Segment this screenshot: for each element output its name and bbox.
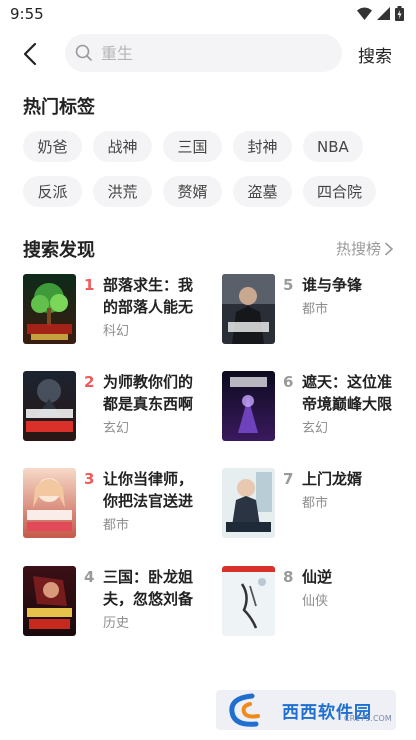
search-header: 搜索 [0, 34, 416, 74]
book-genre: 都市 [302, 302, 329, 317]
book-item[interactable]: 8 仙逆 仙侠 [222, 566, 397, 640]
rank-number: 5 [283, 276, 294, 294]
chevron-right-icon [385, 242, 394, 255]
tag-item[interactable]: 奶爸 [23, 131, 82, 162]
tag-item[interactable]: 洪荒 [93, 176, 152, 207]
book-cover [222, 566, 275, 636]
rank-number: 4 [84, 568, 95, 586]
book-title: 三国：卧龙姐夫，忽悠刘备 [103, 568, 194, 608]
book-cover [23, 566, 76, 636]
tag-item[interactable]: 赘婿 [163, 176, 222, 207]
tag-item[interactable]: 四合院 [303, 176, 377, 207]
status-bar: 9:55 [0, 0, 416, 30]
book-title: 仙逆 [302, 568, 333, 586]
rank-number: 3 [84, 470, 95, 488]
book-title: 为师教你们的都是真东西啊 [103, 373, 194, 413]
watermark-mark-icon [229, 693, 260, 727]
rank-number: 7 [283, 470, 294, 488]
tag-item[interactable]: 封神 [233, 131, 292, 162]
book-item[interactable]: 3 让你当律师，你把法官送进 都市 [23, 468, 198, 542]
book-genre: 都市 [103, 518, 130, 533]
tag-item[interactable]: 反派 [23, 176, 82, 207]
hot-rank-link[interactable]: 热搜榜 [336, 238, 394, 259]
book-genre: 都市 [302, 496, 329, 511]
rank-number: 2 [84, 373, 95, 391]
book-genre: 玄幻 [302, 421, 329, 436]
discover-title: 搜索发现 [23, 240, 95, 261]
book-title: 部落求生：我的部落人能无 [103, 276, 194, 316]
book-item[interactable]: 5 谁与争锋 都市 [222, 274, 397, 348]
hot-tags-title: 热门标签 [23, 97, 95, 118]
book-item[interactable]: 2 为师教你们的都是真东西啊 玄幻 [23, 371, 198, 445]
book-title: 让你当律师，你把法官送进 [103, 470, 194, 510]
tag-item[interactable]: 战神 [93, 131, 152, 162]
book-cover [23, 274, 76, 344]
back-button[interactable] [18, 40, 44, 68]
status-icons [357, 6, 404, 21]
status-time: 9:55 [10, 5, 44, 23]
book-cover [23, 371, 76, 441]
book-item[interactable]: 7 上门龙婿 都市 [222, 468, 397, 542]
tag-item[interactable]: 三国 [163, 131, 222, 162]
watermark-sub: CR173.COM [344, 714, 392, 723]
hot-rank-label: 热搜榜 [335, 240, 381, 258]
search-button[interactable]: 搜索 [358, 42, 392, 67]
rank-number: 6 [283, 373, 294, 391]
rank-number: 8 [283, 568, 294, 586]
book-cover [222, 468, 275, 538]
search-input[interactable] [101, 34, 331, 72]
book-genre: 玄幻 [103, 421, 130, 436]
book-title: 遮天：这位准帝境巅峰大限 [302, 373, 393, 413]
battery-icon [395, 6, 404, 21]
book-cover [23, 468, 76, 538]
wifi-icon [357, 7, 372, 20]
search-icon [75, 44, 92, 61]
book-genre: 科幻 [103, 324, 130, 339]
tag-item[interactable]: 盗墓 [233, 176, 292, 207]
book-title: 上门龙婿 [302, 470, 363, 488]
book-genre: 仙侠 [302, 594, 329, 609]
book-item[interactable]: 1 部落求生：我的部落人能无 科幻 [23, 274, 198, 348]
watermark-logo: 西西软件园 CR173.COM [216, 690, 396, 730]
book-title: 谁与争锋 [302, 276, 363, 294]
hot-tags-list: 奶爸 战神 三国 封神 NBA 反派 洪荒 赘婿 盗墓 四合院 [23, 131, 403, 207]
book-genre: 历史 [103, 616, 130, 631]
book-item[interactable]: 4 三国：卧龙姐夫，忽悠刘备 历史 [23, 566, 198, 640]
rank-number: 1 [84, 276, 95, 294]
book-item[interactable]: 6 遮天：这位准帝境巅峰大限 玄幻 [222, 371, 397, 445]
signal-icon [377, 7, 390, 20]
chevron-left-icon [23, 42, 37, 66]
search-box[interactable] [65, 34, 342, 72]
book-cover [222, 274, 275, 344]
tag-item[interactable]: NBA [303, 131, 363, 162]
book-cover [222, 371, 275, 441]
